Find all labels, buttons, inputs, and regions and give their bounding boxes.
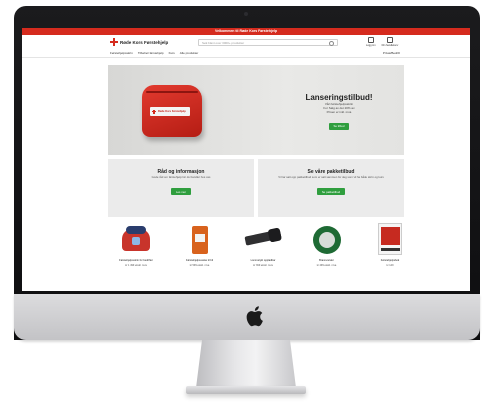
nav-item-courses[interactable]: Kurs [169,51,175,55]
user-icon [367,37,374,43]
product-name[interactable]: Førstehjelpsbok [362,259,418,262]
nav-private-business[interactable]: Privat/Bedrift [383,51,400,55]
hero-banner[interactable]: Røde Kors Førstehjelp Lanseringstilbud! … [108,65,404,155]
product-price: kr 1 499 ekskl. mva [125,264,147,268]
apple-logo-icon [246,306,263,327]
product-card[interactable]: Brannvarsler kr 499 ekskl. mva [299,223,355,291]
account-button[interactable]: Logg inn [366,37,376,47]
info-card: Råd og informasjon Gode råd om førstehje… [108,159,254,217]
product-price: kr 399 ekskl. mva [253,264,273,268]
product-card[interactable]: Førstehjelpsbok kr 149 [362,223,418,291]
cart-label: Din handlekurv [381,44,399,47]
imac-stand [196,340,296,388]
product-name[interactable]: Brannvarsler [299,259,355,262]
nav-item-accessories[interactable]: Tilbehør førstehjelp [138,51,164,55]
product-price: kr 599 ekskl. mva [189,264,210,268]
nav-item-all-products[interactable]: Alle produkter [180,51,199,55]
website-screen: Velkommen til Røde Kors Førstehjelp Røde… [22,28,470,291]
product-card[interactable]: Førstehjelpsskrin for bedrifter kr 1 499… [108,223,164,291]
first-aid-kit-icon[interactable] [108,223,164,257]
cart-icon [386,37,393,43]
search-icon[interactable] [329,40,334,46]
bag-label: Røde Kors Førstehjelp [150,107,190,116]
product-price: kr 149 [386,264,394,268]
search-input[interactable]: Søk blant over 3000+ produkter [198,38,338,46]
account-label: Logg inn [366,44,376,47]
card-text: Vi har satt opp pakketilbud som er satt … [278,175,384,179]
main-nav: Førstehjelpsskrin Tilbehør førstehjelp K… [22,49,470,58]
site-header: Røde Kors Førstehjelp Søk blant over 300… [22,35,470,49]
card-text: Gode råd om førstehjelp før du handler h… [151,175,211,179]
product-name[interactable]: Førstehjelpsveske til bil [172,259,228,262]
search-placeholder: Søk blant over 3000+ produkter [202,40,245,45]
product-name[interactable]: Førstehjelpsskrin for bedrifter [108,259,164,262]
site-logo[interactable]: Røde Kors Førstehjelp [110,38,168,46]
announcement-bar: Velkommen til Røde Kors Førstehjelp [22,28,470,35]
package-card-button[interactable]: Se pakketilbud [316,188,346,196]
package-card: Se våre pakketilbud Vi har satt opp pakk… [258,159,404,217]
hero-line: Prisen er inkl. mva [326,110,352,114]
bag-zipper [146,91,198,93]
product-row: Førstehjelpsskrin for bedrifter kr 1 499… [108,223,418,291]
nav-item-kits[interactable]: Førstehjelpsskrin [110,51,133,55]
product-card[interactable]: Førstehjelpsveske til bil kr 599 ekskl. … [172,223,228,291]
cart-button[interactable]: Din handlekurv [381,37,399,47]
first-aid-bag-image: Røde Kors Førstehjelp [142,85,202,137]
header-actions: Logg inn Din handlekurv [366,37,398,47]
info-card-button[interactable]: Les mer [170,188,192,196]
book-icon[interactable] [362,223,418,257]
camera-dot [244,12,248,16]
imac-stand-base [186,386,306,394]
first-aid-bag-icon[interactable] [172,223,228,257]
hero-title: Lanseringstilbud! [305,93,373,102]
smoke-detector-icon[interactable] [299,223,355,257]
red-cross-icon [110,38,118,46]
logo-text: Røde Kors Førstehjelp [120,39,169,45]
hero-text: Lanseringstilbud! Vårt førstehjelpsskrin… [284,93,394,132]
hero-cta-button[interactable]: Se tilbud [328,122,350,130]
product-price: kr 499 ekskl. mva [316,264,337,268]
product-name[interactable]: Lommelykt oppladbar [235,259,291,262]
product-card[interactable]: Lommelykt oppladbar kr 399 ekskl. mva [235,223,291,291]
red-cross-icon [152,109,156,114]
flashlight-icon[interactable] [235,223,291,257]
